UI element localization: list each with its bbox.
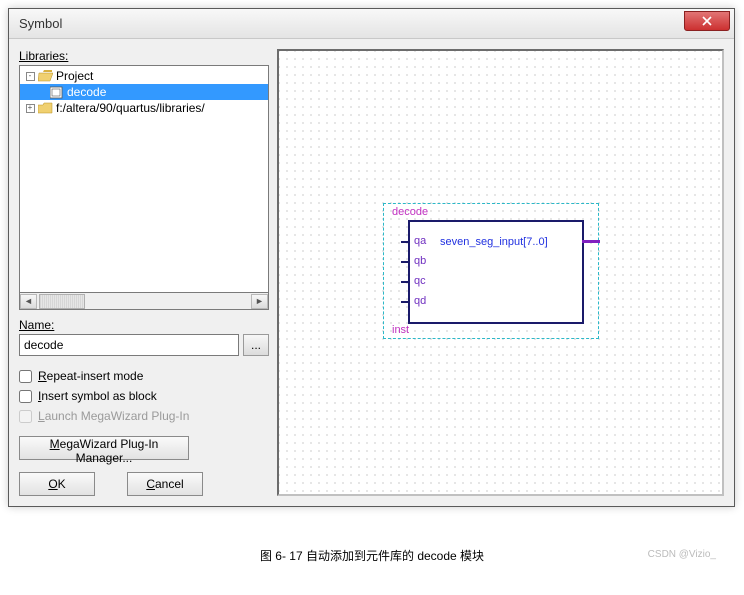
checkbox-input[interactable]	[19, 390, 32, 403]
folder-open-icon	[38, 70, 53, 82]
launch-megawizard-checkbox: Launch MegaWizard Plug-In	[19, 406, 269, 426]
content-area: Libraries: - Project decode + f:/altera/…	[9, 39, 734, 506]
close-icon	[702, 16, 712, 26]
scroll-track[interactable]	[37, 294, 251, 309]
tree-label: Project	[56, 69, 93, 83]
port-label-qd: qd	[414, 295, 426, 307]
output-label: seven_seg_input[7..0]	[440, 236, 548, 248]
dialog-buttons: OK Cancel	[19, 472, 269, 496]
left-panel: Libraries: - Project decode + f:/altera/…	[19, 49, 269, 496]
expander-icon[interactable]: +	[24, 102, 36, 114]
megawizard-button[interactable]: MegaWizard Plug-In Manager...	[19, 436, 189, 460]
scroll-left-button[interactable]: ◄	[20, 294, 37, 309]
ok-button[interactable]: OK	[19, 472, 95, 496]
expander-icon[interactable]: -	[24, 70, 36, 82]
dialog-window: Symbol Libraries: - Project decode +	[8, 8, 735, 507]
browse-button[interactable]: ...	[243, 334, 269, 356]
libraries-tree[interactable]: - Project decode + f:/altera/90/quartus/…	[19, 65, 269, 293]
symbol-body: qa qb qc qd seven_seg_input[7..0]	[408, 220, 584, 324]
tree-row-decode[interactable]: decode	[20, 84, 268, 100]
port-wire	[401, 301, 410, 303]
tree-label: f:/altera/90/quartus/libraries/	[56, 101, 205, 115]
scroll-right-button[interactable]: ►	[251, 294, 268, 309]
port-wire	[401, 261, 410, 263]
options-group: Repeat-insert mode Insert symbol as bloc…	[19, 366, 269, 426]
titlebar[interactable]: Symbol	[9, 9, 734, 39]
repeat-insert-checkbox[interactable]: Repeat-insert mode	[19, 366, 269, 386]
name-label: Name:	[19, 318, 269, 332]
symbol-name-label: decode	[392, 206, 428, 218]
figure-caption: 图 6- 17 自动添加到元件库的 decode 模块 CSDN @Vizio_	[8, 547, 736, 565]
folder-icon	[38, 102, 53, 114]
watermark: CSDN @Vizio_	[648, 549, 716, 560]
cancel-button[interactable]: Cancel	[127, 472, 203, 496]
port-label-qc: qc	[414, 275, 426, 287]
tree-row-libpath[interactable]: + f:/altera/90/quartus/libraries/	[20, 100, 268, 116]
tree-label: decode	[67, 85, 106, 99]
name-input[interactable]	[19, 334, 239, 356]
checkbox-input[interactable]	[19, 370, 32, 383]
port-wire	[401, 281, 410, 283]
symbol-preview-canvas[interactable]: decode inst qa qb qc qd seven_seg_input[…	[277, 49, 724, 496]
port-label-qb: qb	[414, 255, 426, 267]
tree-hscrollbar[interactable]: ◄ ►	[19, 293, 269, 310]
insert-as-block-checkbox[interactable]: Insert symbol as block	[19, 386, 269, 406]
scroll-thumb[interactable]	[39, 294, 85, 309]
window-title: Symbol	[19, 16, 62, 31]
symbol-file-icon	[50, 86, 64, 99]
symbol-instance-label: inst	[392, 324, 409, 336]
libraries-label: Libraries:	[19, 49, 269, 63]
output-wire	[582, 240, 600, 243]
symbol-bounding: decode inst qa qb qc qd seven_seg_input[…	[383, 203, 599, 339]
close-button[interactable]	[684, 11, 730, 31]
port-wire	[401, 241, 410, 243]
tree-row-project[interactable]: - Project	[20, 68, 268, 84]
checkbox-input	[19, 410, 32, 423]
port-label-qa: qa	[414, 235, 426, 247]
